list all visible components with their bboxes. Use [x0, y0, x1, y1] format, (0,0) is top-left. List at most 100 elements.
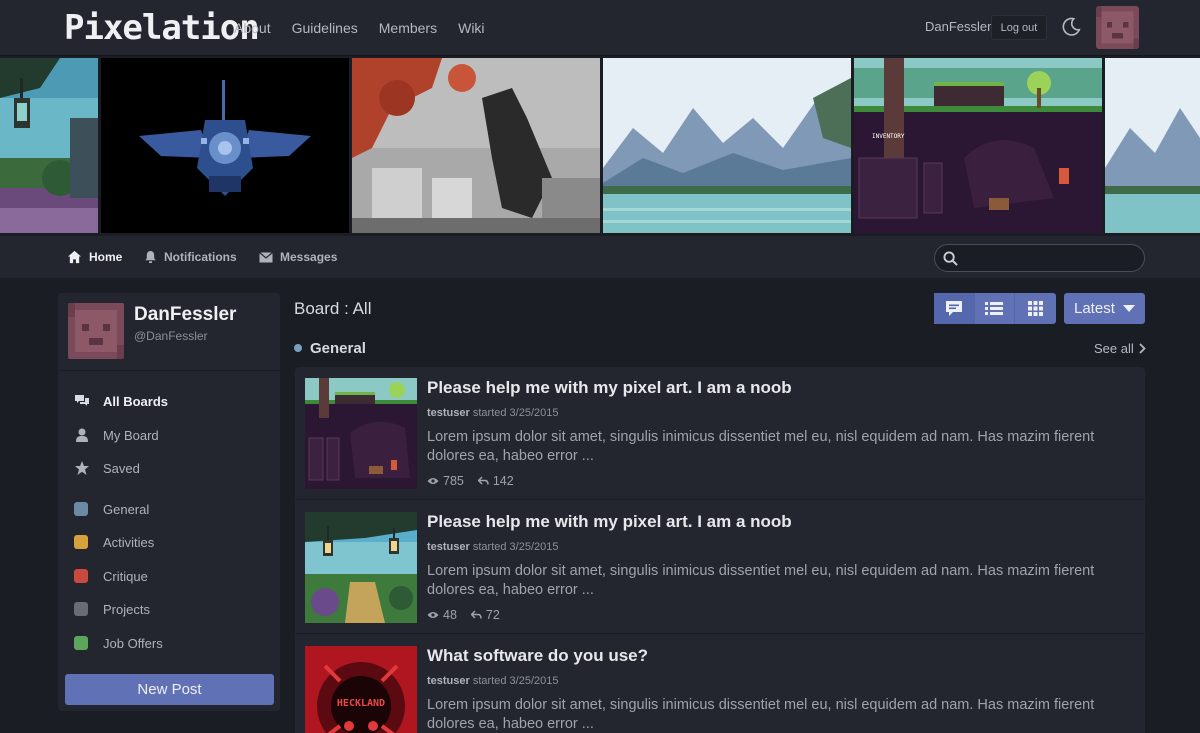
inventory-label: INVENTORY [872, 133, 905, 140]
sidebar-board-general[interactable]: General [74, 499, 149, 519]
nav-about[interactable]: About [234, 20, 271, 36]
subnav-home-label: Home [89, 250, 123, 264]
top-bar: Pixelation About Guidelines Members Wiki… [0, 0, 1200, 56]
subnav-messages[interactable]: Messages [259, 236, 337, 278]
post-date: started 3/25/2015 [472, 675, 559, 687]
user-avatar[interactable] [1096, 6, 1139, 49]
post-title[interactable]: Please help me with my pixel art. I am a… [427, 512, 792, 532]
post-stats: 48 72 [427, 608, 500, 622]
subnav-home[interactable]: Home [67, 236, 122, 278]
post-meta: testuser started 3/25/2015 [427, 675, 558, 687]
new-post-button[interactable]: New Post [65, 674, 274, 705]
post-title[interactable]: Please help me with my pixel art. I am a… [427, 378, 792, 398]
sidebar-item-my-board[interactable]: My Board [74, 425, 159, 445]
post-thumbnail[interactable]: HECKLAND [305, 646, 417, 733]
current-username[interactable]: DanFessler [925, 19, 991, 34]
featured-art-mountain-lake-2[interactable] [1105, 58, 1200, 233]
post-views-count: 48 [443, 608, 457, 622]
search-icon [943, 251, 958, 266]
sidebar-board-activities[interactable]: Activities [74, 532, 154, 552]
bell-icon [145, 250, 156, 264]
post-excerpt: Lorem ipsum dolor sit amet, singulis ini… [427, 697, 1095, 732]
section-color-dot [294, 344, 302, 352]
eye-icon [427, 478, 439, 484]
board-color-swatch [74, 636, 88, 650]
sidebar-board-job-offers[interactable]: Job Offers [74, 633, 163, 653]
logout-button[interactable]: Log out [991, 15, 1047, 40]
envelope-icon [259, 251, 273, 262]
post-date: started 3/25/2015 [472, 541, 559, 553]
top-nav: About Guidelines Members Wiki [234, 0, 485, 56]
post-thumbnail[interactable] [305, 512, 417, 623]
see-all-label: See all [1094, 341, 1134, 356]
sidebar-item-all-boards[interactable]: All Boards [74, 391, 168, 411]
sidebar-item-saved[interactable]: Saved [74, 458, 140, 478]
sidebar-board-label: Activities [103, 534, 155, 550]
post-meta: testuser started 3/25/2015 [427, 407, 558, 419]
nav-guidelines[interactable]: Guidelines [292, 20, 358, 36]
view-mode-toggle [934, 293, 1056, 324]
sort-dropdown[interactable]: Latest [1064, 293, 1145, 324]
post-excerpt: Lorem ipsum dolor sit amet, singulis ini… [427, 563, 1095, 598]
sidebar-divider [58, 370, 280, 371]
post-thumbnail[interactable] [305, 378, 417, 489]
featured-art-strip: INVENTORY [0, 58, 1200, 233]
board-title: Board : All [294, 299, 372, 318]
board-color-swatch [74, 569, 88, 583]
nav-members[interactable]: Members [379, 20, 437, 36]
sidebar-board-critique[interactable]: Critique [74, 566, 148, 586]
post-row: Please help me with my pixel art. I am a… [295, 501, 1145, 634]
eye-icon [427, 612, 439, 618]
see-all-link[interactable]: See all [1094, 341, 1146, 356]
reply-icon [470, 610, 482, 619]
post-author[interactable]: testuser [427, 407, 470, 419]
search-input[interactable] [963, 249, 1133, 267]
view-conversation-button[interactable] [934, 293, 975, 324]
sidebar-board-label: Critique [103, 568, 148, 584]
sort-label: Latest [1074, 300, 1115, 317]
featured-art-mountain-lake[interactable] [603, 58, 851, 233]
featured-art-monster-city[interactable] [352, 58, 600, 233]
profile-avatar[interactable] [68, 303, 124, 359]
featured-art-platformer-game[interactable]: INVENTORY [854, 58, 1102, 233]
post-views-count: 785 [443, 474, 464, 488]
view-grid-button[interactable] [1015, 293, 1056, 324]
board-color-swatch [74, 602, 88, 616]
post-author[interactable]: testuser [427, 675, 470, 687]
post-author[interactable]: testuser [427, 541, 470, 553]
sidebar-board-projects[interactable]: Projects [74, 599, 150, 619]
post-replies-count: 142 [492, 474, 514, 488]
post-row: Please help me with my pixel art. I am a… [295, 367, 1145, 500]
post-excerpt: Lorem ipsum dolor sit amet, singulis ini… [427, 429, 1095, 464]
profile-handle: @DanFessler [134, 329, 208, 343]
post-list: Please help me with my pixel art. I am a… [295, 367, 1145, 733]
subnav-notifications[interactable]: Notifications [144, 236, 237, 278]
search-box [934, 244, 1145, 272]
sidebar-item-label: All Boards [103, 393, 169, 409]
home-icon [67, 250, 82, 264]
view-list-button[interactable] [975, 293, 1016, 324]
post-views: 785 [427, 474, 464, 488]
post-row: HECKLAND What software do you use? testu… [295, 635, 1145, 733]
reply-icon [477, 476, 489, 485]
post-replies-count: 72 [485, 608, 500, 622]
subnav-messages-label: Messages [280, 250, 338, 264]
post-stats: 785 142 [427, 474, 514, 488]
sidebar-item-label: My Board [103, 427, 159, 443]
featured-art-spaceship[interactable] [101, 58, 349, 233]
speech-bubble-icon [945, 300, 962, 316]
list-icon [985, 302, 1004, 315]
star-icon [75, 461, 89, 475]
grid-icon [1028, 301, 1044, 316]
thumb-heckland-text: HECKLAND [337, 698, 385, 709]
post-replies: 72 [470, 608, 500, 622]
profile-name[interactable]: DanFessler [134, 304, 236, 326]
section-header-general: General [294, 339, 366, 357]
post-title[interactable]: What software do you use? [427, 646, 648, 666]
sidebar-item-label: Saved [103, 460, 140, 476]
moon-icon[interactable] [1060, 16, 1082, 38]
featured-art-forest[interactable] [0, 58, 98, 233]
site-logo[interactable]: Pixelation [64, 8, 260, 48]
board-color-swatch [74, 535, 88, 549]
nav-wiki[interactable]: Wiki [458, 20, 484, 36]
